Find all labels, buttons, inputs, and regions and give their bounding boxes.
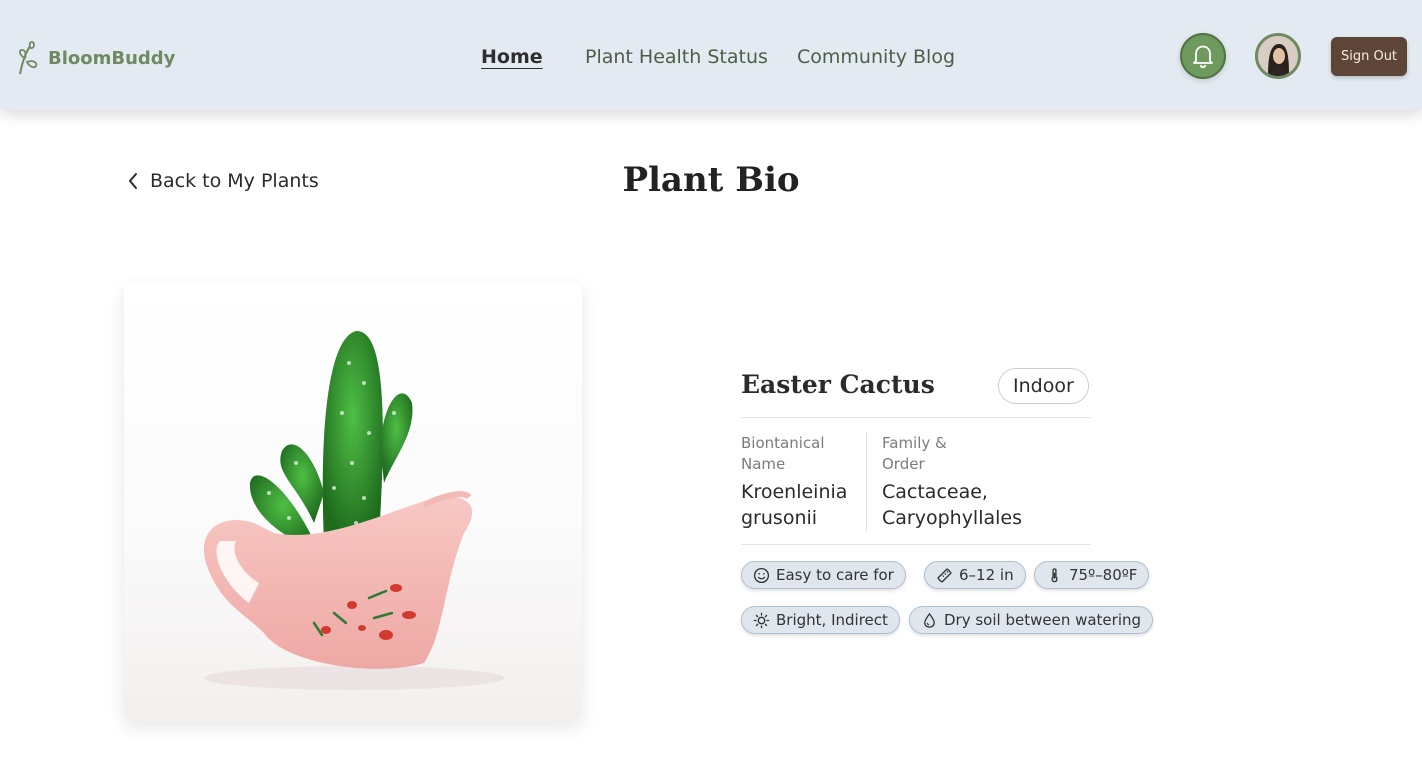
plant-name: Easter Cactus: [741, 370, 935, 399]
ruler-icon: [937, 568, 952, 582]
droplet-icon: [924, 612, 935, 628]
botanical-name-value: Kroenleinia grusonii: [741, 479, 847, 531]
user-avatar[interactable]: [1255, 33, 1301, 79]
brand-name: BloomBuddy: [48, 47, 176, 69]
brand-logo[interactable]: BloomBuddy: [14, 40, 175, 76]
botanical-value-line2: grusonii: [741, 507, 818, 529]
botanical-value-line1: Kroenleinia: [741, 481, 848, 503]
bell-icon: [1193, 45, 1213, 69]
care-chip-label: Dry soil between watering: [944, 611, 1142, 629]
care-chip-label: Easy to care for: [776, 566, 894, 584]
botanical-name-label: Biontanical Name: [741, 433, 825, 475]
divider-bottom: [741, 544, 1091, 545]
smile-icon: [753, 567, 770, 583]
care-chip-size: 6–12 in: [924, 561, 1026, 589]
divider-top: [741, 417, 1091, 418]
family-label-line2: Order: [882, 455, 925, 473]
nav-home[interactable]: Home: [481, 46, 543, 68]
care-chip-label: 75º–80ºF: [1069, 566, 1138, 584]
plant-photo: [124, 283, 582, 721]
notifications-button[interactable]: [1180, 33, 1226, 79]
care-chip-temperature: 75º–80ºF: [1034, 561, 1150, 589]
family-order-label: Family & Order: [882, 433, 947, 475]
column-divider: [866, 433, 867, 531]
botanical-label-line2: Name: [741, 455, 786, 473]
nav-community-blog[interactable]: Community Blog: [797, 46, 955, 68]
family-value-line1: Cactaceae,: [882, 481, 988, 503]
avatar-photo-icon: [1258, 36, 1298, 76]
thermometer-icon: [1051, 567, 1058, 582]
cactus-in-pink-pot-image: [203, 330, 504, 690]
chevron-left-icon: [129, 173, 137, 189]
care-chip-easy: Easy to care for: [741, 561, 906, 589]
family-value-line2: Caryophyllales: [882, 507, 1023, 529]
family-label-line1: Family &: [882, 434, 947, 452]
care-chip-light: Bright, Indirect: [741, 606, 900, 634]
location-tag: Indoor: [998, 368, 1089, 404]
sign-out-button[interactable]: Sign Out: [1331, 37, 1407, 76]
nav-plant-health-status[interactable]: Plant Health Status: [585, 46, 768, 68]
back-to-my-plants-link[interactable]: Back to My Plants: [128, 170, 319, 192]
top-navigation-bar: BloomBuddy Home Plant Health Status Comm…: [0, 0, 1422, 110]
leaf-logo-icon: [18, 41, 38, 75]
care-chip-label: Bright, Indirect: [776, 611, 888, 629]
care-chip-label: 6–12 in: [959, 566, 1014, 584]
care-chip-watering: Dry soil between watering: [909, 606, 1154, 634]
botanical-label-line1: Biontanical: [741, 434, 825, 452]
family-order-value: Cactaceae, Caryophyllales: [882, 479, 1022, 531]
sun-icon: [753, 612, 770, 628]
back-label: Back to My Plants: [150, 170, 319, 192]
